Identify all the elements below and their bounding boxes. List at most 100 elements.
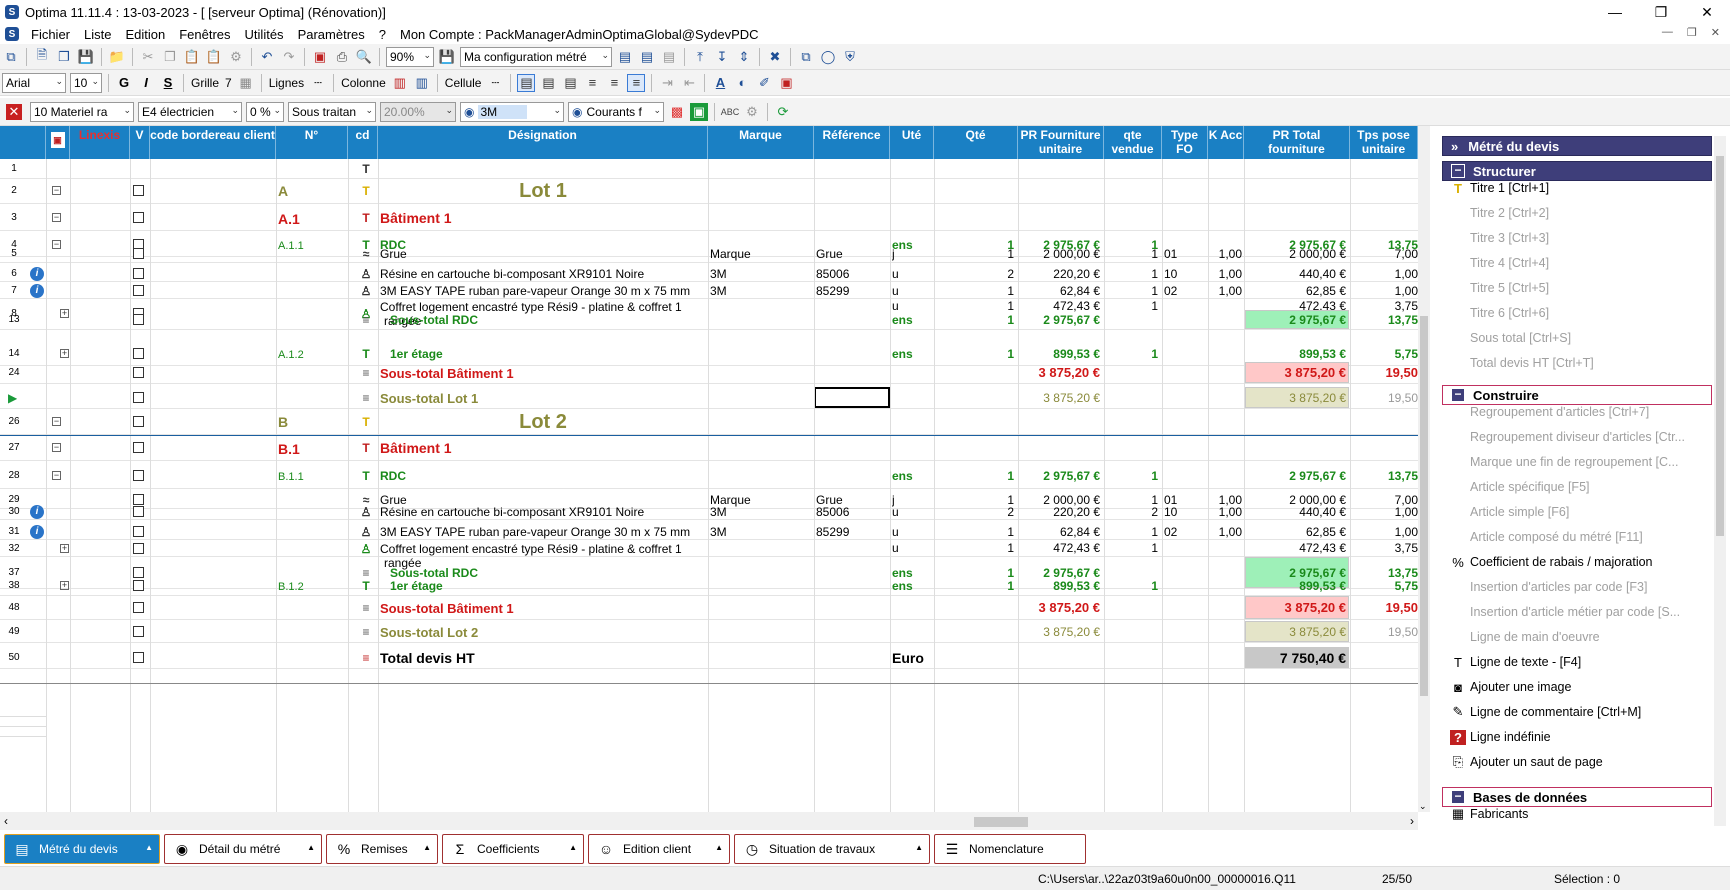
table-row[interactable]: 5 ≈ Grue Marque Grue j 1 2 000,00 € 1 01 1,00 2 000…	[0, 245, 1418, 263]
table-row[interactable]: 38 + B.1.2 T 1er étage ens 1 899,53 € 1 899,53 € 5…	[0, 576, 1418, 596]
col-tps[interactable]: Tps pose unitaire	[1350, 126, 1418, 159]
row-checkbox[interactable]	[133, 348, 144, 359]
chevron-down-icon[interactable]: ⌄	[1419, 801, 1427, 812]
tab-metre-du-devis[interactable]: ▤ Métré du devis ▲	[4, 834, 160, 864]
metre-grid[interactable]: ▣ Linexis V code bordereau client N° cd …	[0, 126, 1418, 812]
align-justify-icon[interactable]: ≡	[627, 73, 646, 92]
table-row[interactable]: 32 + ♙ Coffret logement encastré type Rési9…	[0, 540, 1418, 570]
table-row[interactable]: 13 ≡ Sous-total RDC ens 1 2 975,67 € 2 975,67 …	[0, 310, 1418, 330]
soustraitant-select[interactable]: Sous traitan ⌄	[288, 101, 376, 122]
col-qte[interactable]: Qté	[934, 126, 1018, 159]
indent-icon[interactable]: ⇥	[658, 74, 676, 92]
table-row[interactable]: 27 − B.1 T Bâtiment 1	[0, 435, 1418, 461]
selected-cell[interactable]	[814, 387, 890, 408]
col-designation[interactable]: Désignation	[378, 126, 708, 159]
row-checkbox[interactable]	[133, 442, 144, 453]
row-checkbox[interactable]	[133, 416, 144, 427]
col-pr-total[interactable]: PR Total fourniture	[1244, 126, 1350, 159]
table-row[interactable]: 28 − B.1.1 T RDC ens 1 2 975,67 € 1 2 975,67 € 13,…	[0, 463, 1418, 489]
table-row[interactable]: 26 − B T Lot 2	[0, 409, 1418, 435]
menu-parametres[interactable]: Paramètres	[291, 27, 372, 42]
move-top-icon[interactable]: ⤒	[691, 48, 709, 66]
menu-help[interactable]: ?	[372, 27, 393, 42]
table-row[interactable]: 7 i ♙ 3M EASY TAPE ruban pare-vapeur Orange…	[0, 282, 1418, 299]
undo-icon[interactable]: ↶	[258, 48, 276, 66]
zoom-select[interactable]: 90% ⌄	[386, 46, 434, 67]
db-icon[interactable]: ◯	[819, 48, 837, 66]
col-marque[interactable]: Marque	[708, 126, 814, 159]
info-icon[interactable]: i	[30, 266, 44, 281]
row-checkbox[interactable]	[133, 314, 144, 325]
cut-icon[interactable]: ✂	[139, 48, 157, 66]
delete-icon[interactable]: ✕	[6, 103, 22, 120]
cell-style-icon[interactable]: ┄	[486, 74, 504, 92]
move-down-icon[interactable]: ↧	[713, 48, 731, 66]
pdf-icon[interactable]: ▣	[311, 48, 329, 66]
expand-toggle-icon[interactable]: −	[52, 417, 61, 426]
cell-border2-icon[interactable]: ▤	[539, 74, 557, 92]
menu-fichier[interactable]: Fichier	[24, 27, 77, 42]
save-config-icon[interactable]: 💾	[438, 48, 456, 66]
col-cd[interactable]: cd	[348, 126, 378, 159]
row-checkbox[interactable]	[133, 525, 144, 537]
expand-toggle-icon[interactable]: +	[60, 581, 69, 590]
brush-icon[interactable]: ✐	[755, 74, 773, 92]
col-pr-unit[interactable]: PR Fourniture unitaire	[1018, 126, 1104, 159]
col-reference[interactable]: Référence	[814, 126, 890, 159]
collapse-icon[interactable]: −	[1451, 164, 1465, 178]
materiel-select[interactable]: 10 Materiel ra ⌄	[30, 101, 134, 122]
row-checkbox[interactable]	[133, 367, 144, 378]
open-folder-icon[interactable]: 📁	[108, 48, 126, 66]
font-size-select[interactable]: 10 ⌄	[70, 72, 102, 93]
paste-special-icon[interactable]: 📋	[205, 48, 223, 66]
expand-toggle-icon[interactable]: −	[52, 443, 61, 452]
table-row[interactable]: 49 ≡ Sous-total Lot 2 3 875,20 € 3 875,20 € 1…	[0, 621, 1418, 643]
column-style2-icon[interactable]: ▥	[413, 74, 431, 92]
caret-up-icon[interactable]: ▲	[715, 843, 723, 852]
mdi-minimize-icon[interactable]: —	[1662, 26, 1673, 39]
menu-liste[interactable]: Liste	[77, 27, 118, 42]
grille-number[interactable]: 7	[225, 76, 232, 90]
windows2-icon[interactable]: ⧉	[797, 48, 815, 66]
save-icon[interactable]: 💾	[77, 48, 95, 66]
expand-toggle-icon[interactable]: +	[60, 349, 69, 358]
copy-doc-icon[interactable]: ❐	[55, 48, 73, 66]
mdi-close-icon[interactable]: ✕	[1711, 26, 1720, 39]
panel-scrollbar[interactable]	[1714, 136, 1726, 826]
print-icon[interactable]: ⎙	[333, 48, 351, 66]
new-icon[interactable]: 🗎	[33, 47, 51, 66]
table-row[interactable]: 30 i ♙ Résine en cartouche bi-composant XR9…	[0, 503, 1418, 520]
paste-icon[interactable]: 📋	[183, 48, 201, 66]
row-checkbox[interactable]	[133, 248, 144, 259]
gear-icon[interactable]: ⚙	[743, 103, 761, 121]
row-checkbox[interactable]	[133, 392, 144, 403]
scroll-thumb[interactable]	[1420, 316, 1428, 696]
panel-item[interactable]: T Ligne de texte - [F4]	[1454, 652, 1581, 672]
row-checkbox[interactable]	[133, 212, 144, 223]
col-v[interactable]: V	[130, 126, 150, 159]
brand-select[interactable]: ◉ 3M ⌄	[460, 101, 564, 122]
col-type-fo[interactable]: Type FO	[1162, 126, 1208, 159]
colors-icon[interactable]: ▩	[668, 103, 686, 121]
menu-utilites[interactable]: Utilités	[238, 27, 291, 42]
doc-icon[interactable]: S	[5, 27, 19, 41]
tools-icon[interactable]: ✖	[766, 48, 784, 66]
line-style-icon[interactable]: ┄	[309, 74, 327, 92]
caret-up-icon[interactable]: ▲	[423, 843, 431, 852]
panel-scroll-thumb[interactable]	[1716, 156, 1724, 536]
shield-icon[interactable]: ⛨	[841, 48, 859, 66]
copy-icon[interactable]: ❐	[161, 48, 179, 66]
fill-color-icon[interactable]: ◐	[733, 74, 751, 92]
caret-up-icon[interactable]: ▲	[307, 843, 315, 852]
caret-up-icon[interactable]: ▲	[145, 843, 153, 852]
table-row[interactable]: 1T	[0, 159, 1418, 179]
electricien-select[interactable]: E4 électricien ⌄	[138, 101, 242, 122]
row-checkbox[interactable]	[133, 652, 144, 663]
chevron-right-icon[interactable]: ›	[1410, 814, 1414, 828]
config-select[interactable]: Ma configuration métré ⌄	[460, 46, 612, 67]
col-qte-vendue[interactable]: qte vendue	[1104, 126, 1162, 159]
panel-item[interactable]: ✎ Ligne de commentaire [Ctrl+M]	[1453, 702, 1642, 722]
column-style-icon[interactable]: ▥	[391, 74, 409, 92]
info-icon[interactable]: i	[30, 283, 44, 298]
panel-item[interactable]: ⎘ Ajouter un saut de page	[1453, 752, 1603, 772]
